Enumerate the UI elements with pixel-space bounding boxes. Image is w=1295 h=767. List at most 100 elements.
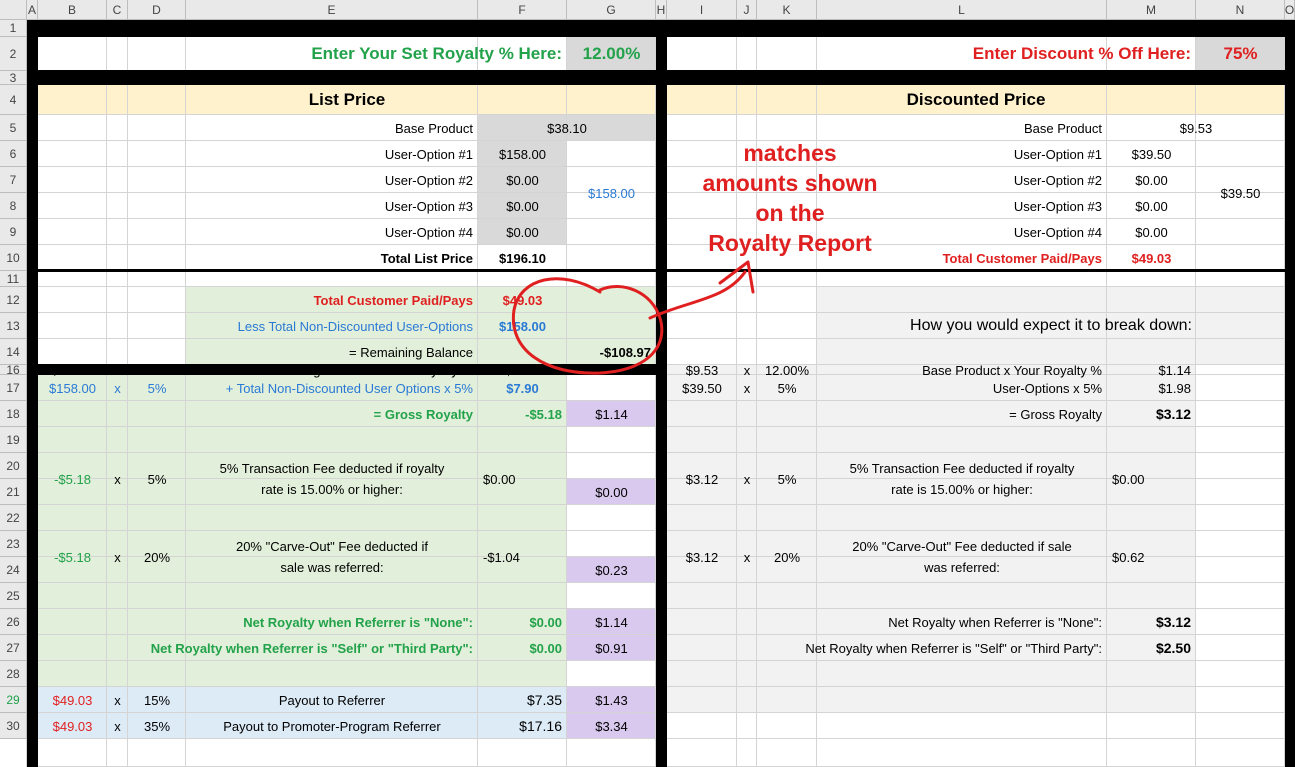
d17-x: x xyxy=(743,380,751,396)
list-option-value: $0.00 xyxy=(506,224,539,240)
row-header-10[interactable]: 10 xyxy=(0,245,27,271)
d16-rate: 12.00% xyxy=(764,362,810,378)
column-header-d[interactable]: D xyxy=(128,0,186,20)
disc-net-none-value: $3.12 xyxy=(1155,614,1191,630)
column-header-k[interactable]: K xyxy=(757,0,817,20)
row-header-11[interactable]: 11 xyxy=(0,271,27,287)
column-header-e[interactable]: E xyxy=(186,0,478,20)
disc-options-total: $39.50 xyxy=(1220,185,1261,201)
column-header-j[interactable]: J xyxy=(737,0,757,20)
gross-g: $1.14 xyxy=(595,406,628,422)
column-header-l[interactable]: L xyxy=(817,0,1107,20)
disc-carve-x: x xyxy=(743,549,751,565)
d17-value: $1.98 xyxy=(1158,380,1191,396)
row-header-2[interactable]: 2 xyxy=(0,37,27,71)
column-header-m[interactable]: M xyxy=(1107,0,1196,20)
net-self-g: $0.91 xyxy=(595,640,628,656)
royalty-input[interactable]: 12.00% xyxy=(567,37,656,71)
row-header-28[interactable]: 28 xyxy=(0,661,27,687)
spreadsheet-grid[interactable]: A B C D E F G H I J K L M N O 1 2 3 4 5 6 7 8 9 10 11 12 13 14 16 17 18… xyxy=(0,0,1295,767)
black-bar-right xyxy=(1285,20,1295,767)
payout2-value: $17.16 xyxy=(519,718,562,734)
column-header-g[interactable]: G xyxy=(567,0,656,20)
row-header-14[interactable]: 14 xyxy=(0,339,27,365)
disc-txn-base: $3.12 xyxy=(685,471,719,487)
payout1-g: $1.43 xyxy=(595,692,628,708)
row-header-29[interactable]: 29 xyxy=(0,687,27,713)
column-header-h[interactable]: H xyxy=(656,0,667,20)
d16-base: $9.53 xyxy=(685,362,719,378)
row-header-25[interactable]: 25 xyxy=(0,583,27,609)
list-option-label: User-Option #3 xyxy=(384,198,473,214)
row-header-9[interactable]: 9 xyxy=(0,219,27,245)
payout2-rate: 35% xyxy=(143,718,171,734)
r16-label: Remaining Balance x Your Royalty % xyxy=(258,362,473,378)
net-none-value: $0.00 xyxy=(529,614,562,630)
row-header-21[interactable]: 21 xyxy=(0,479,27,505)
gross-label: = Gross Royalty xyxy=(373,406,473,422)
row-header-16[interactable]: 16 xyxy=(0,363,27,377)
list-total-value: $196.10 xyxy=(499,250,546,266)
carve-value: -$1.04 xyxy=(483,549,520,565)
disc-option-value: $0.00 xyxy=(1135,172,1168,188)
black-bar-middle xyxy=(656,20,667,767)
row-header-18[interactable]: 18 xyxy=(0,401,27,427)
r16-value: -$13.08 xyxy=(500,362,545,378)
row-header-27[interactable]: 27 xyxy=(0,635,27,661)
row-header-30[interactable]: 30 xyxy=(0,713,27,739)
payout1-value: $7.35 xyxy=(526,692,562,708)
disc-txn-rate: 5% xyxy=(777,471,797,487)
list-paid-value: $49.03 xyxy=(502,292,543,308)
row-header-13[interactable]: 13 xyxy=(0,313,27,339)
payout1-label: Payout to Referrer xyxy=(278,692,386,708)
list-option-label: User-Option #1 xyxy=(384,146,473,162)
row-header-5[interactable]: 5 xyxy=(0,115,27,141)
row-header-19[interactable]: 19 xyxy=(0,427,27,453)
row-header-1[interactable]: 1 xyxy=(0,20,27,37)
payout1-base: $49.03 xyxy=(52,692,93,708)
row-header-24[interactable]: 24 xyxy=(0,557,27,583)
disc-option-value: $0.00 xyxy=(1135,224,1168,240)
carve-rate: 20% xyxy=(143,549,171,565)
row-header-20[interactable]: 20 xyxy=(0,453,27,479)
row-header-23[interactable]: 23 xyxy=(0,531,27,557)
list-less-label: Less Total Non-Discounted User-Options xyxy=(237,318,473,334)
expect-label: How you would expect it to break down: xyxy=(910,317,1192,334)
net-self-value: $0.00 xyxy=(529,640,562,656)
column-header-b[interactable]: B xyxy=(38,0,107,20)
list-option-label: User-Option #4 xyxy=(384,224,473,240)
row-header-3[interactable]: 3 xyxy=(0,71,27,85)
disc-carve-label: 20% "Carve-Out" Fee deducted if sale was… xyxy=(852,539,1072,575)
column-header-f[interactable]: F xyxy=(478,0,567,20)
disc-net-self-label: Net Royalty when Referrer is "Self" or "… xyxy=(805,640,1102,656)
discount-input[interactable]: 75% xyxy=(1196,37,1285,71)
row-header-26[interactable]: 26 xyxy=(0,609,27,635)
r16-rate: 12.00% xyxy=(134,362,180,378)
disc-txn-x: x xyxy=(743,471,751,487)
column-header-c[interactable]: C xyxy=(107,0,128,20)
d16-label: Base Product x Your Royalty % xyxy=(922,362,1102,378)
select-all-corner[interactable] xyxy=(0,0,27,20)
row-header-17[interactable]: 17 xyxy=(0,375,27,401)
row-header-8[interactable]: 8 xyxy=(0,193,27,219)
column-header-o[interactable]: O xyxy=(1285,0,1295,20)
discount-label: Enter Discount % Off Here: xyxy=(972,44,1191,63)
disc-gross-label: = Gross Royalty xyxy=(1009,406,1102,422)
disc-txn-label: 5% Transaction Fee deducted if royalty r… xyxy=(849,461,1075,497)
d17-rate: 5% xyxy=(777,380,797,396)
r17-label: + Total Non-Discounted User Options x 5% xyxy=(225,380,473,396)
list-price-title: List Price xyxy=(308,90,386,109)
row-header-4[interactable]: 4 xyxy=(0,85,27,115)
row-header-22[interactable]: 22 xyxy=(0,505,27,531)
row-header-7[interactable]: 7 xyxy=(0,167,27,193)
row-header-6[interactable]: 6 xyxy=(0,141,27,167)
column-header-n[interactable]: N xyxy=(1196,0,1285,20)
column-header-a[interactable]: A xyxy=(27,0,38,20)
list-option-label: User-Option #2 xyxy=(384,172,473,188)
disc-txn-value: $0.00 xyxy=(1112,471,1145,487)
column-header-i[interactable]: I xyxy=(667,0,737,20)
disc-carve-rate: 20% xyxy=(773,549,801,565)
row-header-12[interactable]: 12 xyxy=(0,287,27,313)
annotation-line: Royalty Report xyxy=(708,230,872,256)
disc-net-none-label: Net Royalty when Referrer is "None": xyxy=(888,614,1102,630)
